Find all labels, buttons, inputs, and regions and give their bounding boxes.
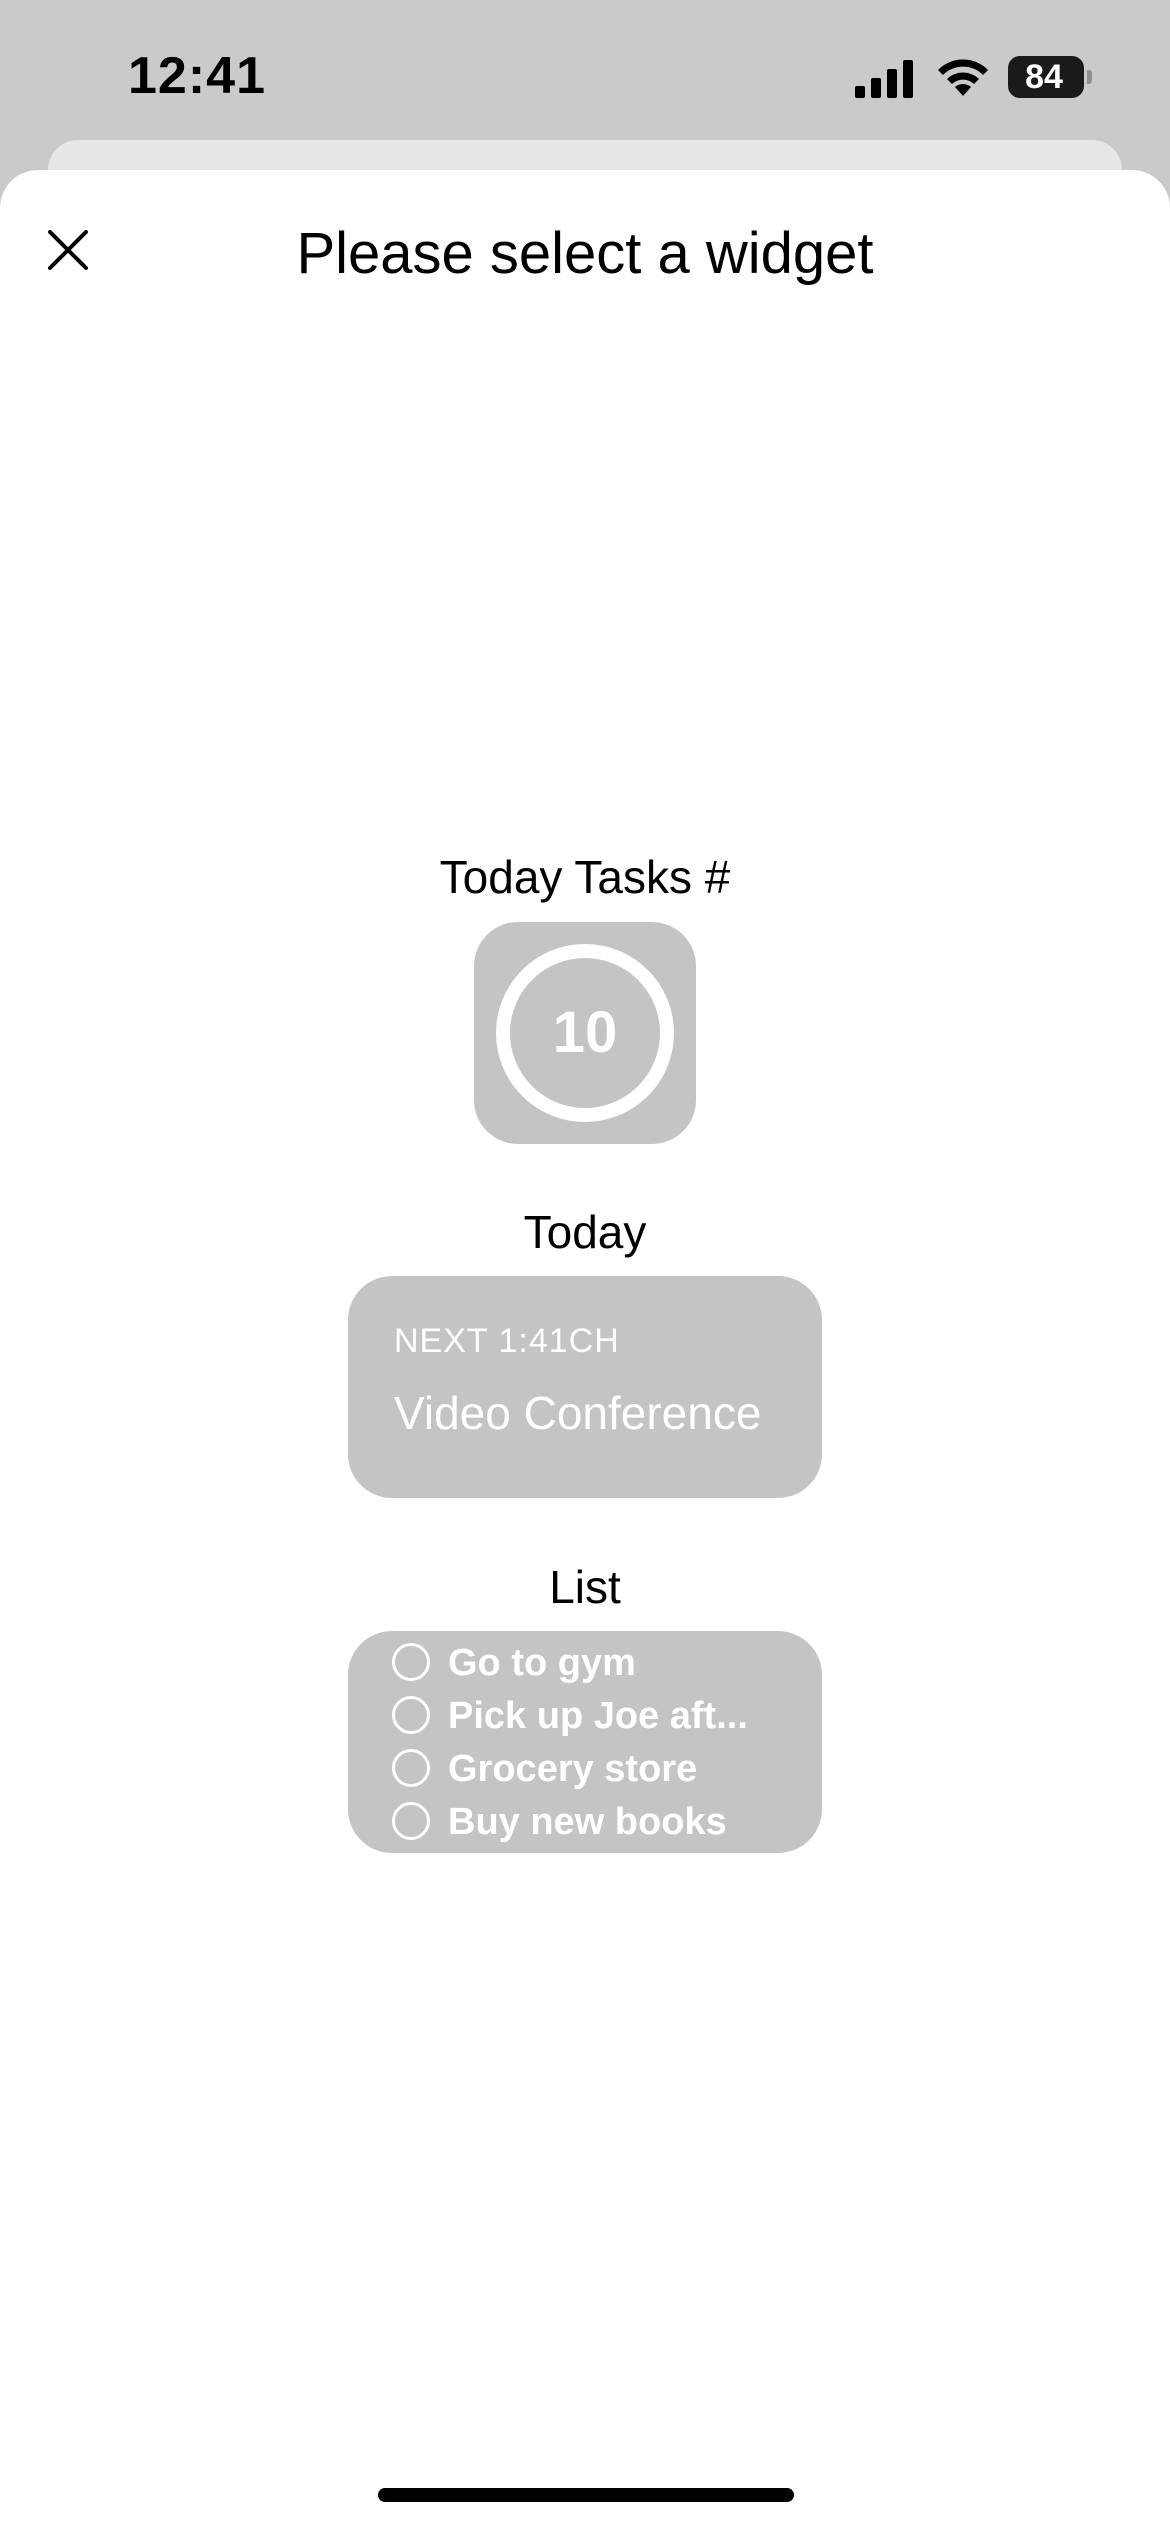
next-event-time: NEXT 1:41CH <box>394 1322 620 1360</box>
battery-level: 84 <box>1025 58 1063 96</box>
today-tasks-widget[interactable]: 10 <box>474 922 696 1144</box>
list-item: Go to gym <box>392 1637 812 1689</box>
circle-checkbox-icon <box>392 1643 430 1681</box>
list-item-text: Grocery store <box>448 1748 698 1790</box>
circle-checkbox-icon <box>392 1802 430 1840</box>
wifi-icon <box>938 59 988 96</box>
list-item-text: Go to gym <box>448 1642 636 1684</box>
list-item-text: Pick up Joe aft... <box>448 1695 748 1737</box>
list-item-text: Buy new books <box>448 1801 727 1843</box>
today-tasks-label: Today Tasks # <box>439 851 731 903</box>
today-label: Today <box>523 1206 647 1258</box>
list-label: List <box>549 1561 621 1613</box>
list-item: Pick up Joe aft... <box>392 1690 812 1742</box>
today-widget[interactable]: NEXT 1:41CH Video Conference <box>348 1276 822 1498</box>
circle-checkbox-icon <box>392 1696 430 1734</box>
list-widget[interactable]: Go to gym Pick up Joe aft... Grocery sto… <box>348 1631 822 1853</box>
event-title: Video Conference <box>394 1387 762 1439</box>
cellular-signal-icon <box>855 60 913 98</box>
list-item: Buy new books <box>392 1796 812 1848</box>
list-item: Grocery store <box>392 1743 812 1795</box>
home-indicator[interactable] <box>378 2488 794 2502</box>
page-title: Please select a widget <box>296 221 874 286</box>
battery-indicator: 84 <box>1008 56 1092 98</box>
status-bar: 12:41 84 <box>0 0 1170 150</box>
status-time: 12:41 <box>128 47 266 105</box>
battery-cap <box>1087 70 1092 84</box>
task-count: 10 <box>552 1000 618 1065</box>
circle-checkbox-icon <box>392 1749 430 1787</box>
